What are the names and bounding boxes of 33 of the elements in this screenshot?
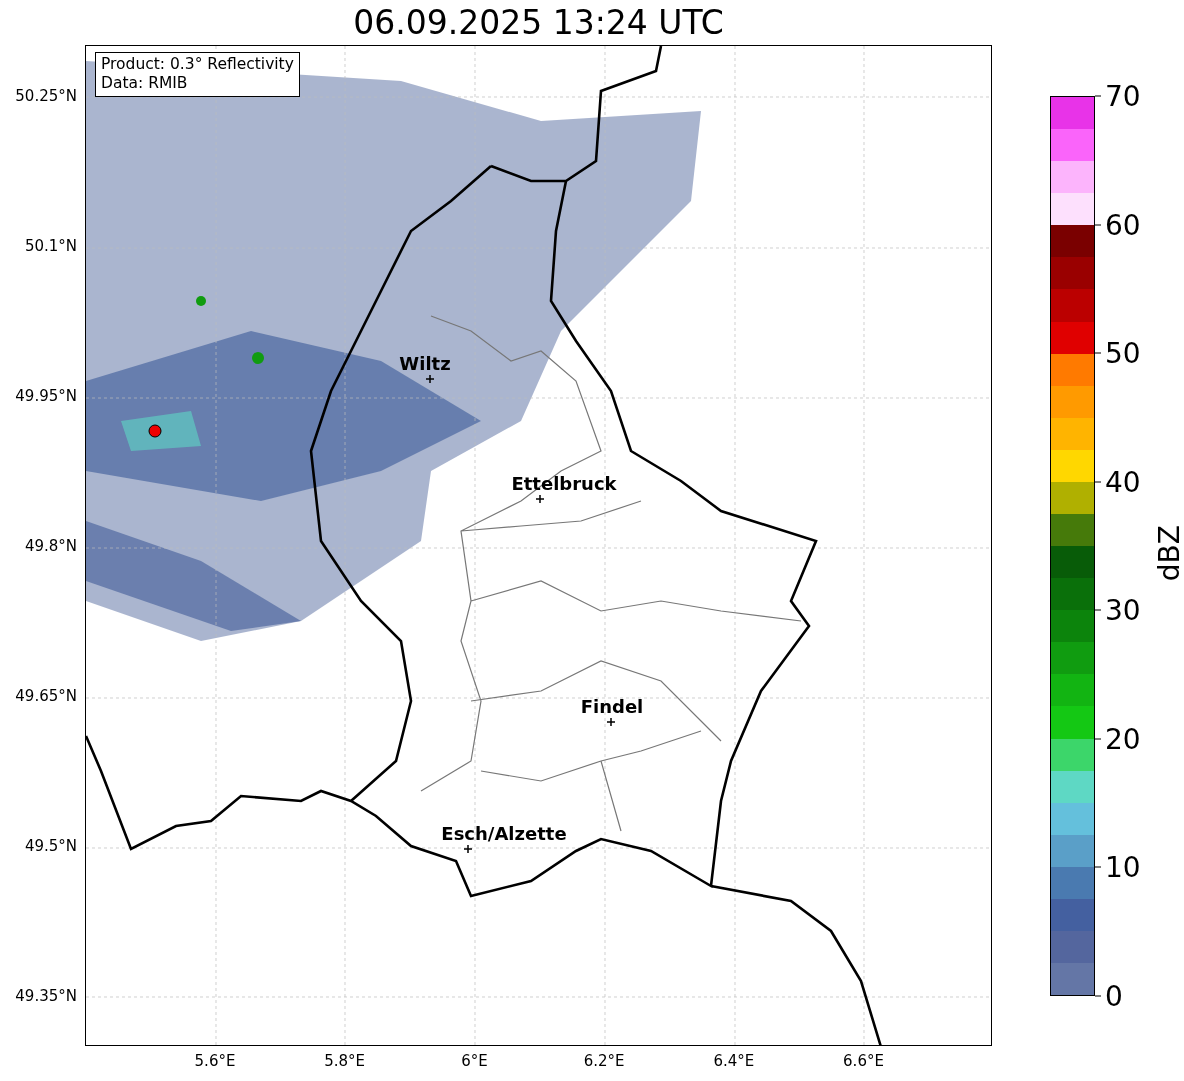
colorbar-tick-label: 50 [1105, 336, 1141, 370]
chart-title: 06.09.2025 13:24 UTC [353, 3, 724, 42]
latitude-label: 50.25°N [15, 87, 77, 105]
colorbar-tick-label: 30 [1105, 593, 1141, 627]
colorbar-label: dBZ [1153, 525, 1184, 582]
latitude-label: 49.35°N [15, 987, 77, 1005]
colorbar-tick-label: 10 [1105, 850, 1141, 884]
latitude-label: 49.65°N [15, 687, 77, 705]
colorbar-tick-label: 40 [1105, 465, 1141, 499]
latitude-label: 49.5°N [24, 837, 77, 855]
longitude-label: 6.2°E [583, 1052, 625, 1070]
latitude-label: 49.8°N [24, 537, 77, 555]
city-marker-icon [536, 495, 544, 503]
latitude-label: 50.1°N [24, 237, 77, 255]
colorbar-tick-label: 0 [1105, 979, 1123, 1013]
longitude-label: 6.4°E [713, 1052, 755, 1070]
longitude-label: 6.6°E [843, 1052, 884, 1070]
colorbar-tick-label: 60 [1105, 208, 1141, 242]
city-label: Ettelbruck [511, 472, 617, 494]
city-marker-icon [426, 375, 434, 383]
city-marker-icon [607, 718, 615, 726]
city-label: Esch/Alzette [441, 822, 567, 844]
longitude-label: 5.6°E [194, 1052, 236, 1070]
latitude-label: 49.95°N [15, 387, 77, 405]
longitude-label: 5.8°E [324, 1052, 366, 1070]
city-label: Findel [580, 695, 644, 717]
colorbar-tick-label: 70 [1105, 79, 1141, 113]
city-label: Wiltz [399, 352, 451, 374]
city-marker-icon [464, 845, 472, 853]
longitude-label: 6°E [461, 1052, 488, 1070]
info-text: Product: 0.3° Reflectivity [101, 55, 294, 75]
info-text: Data: RMIB [101, 74, 189, 94]
colorbar-tick-label: 20 [1105, 722, 1141, 756]
